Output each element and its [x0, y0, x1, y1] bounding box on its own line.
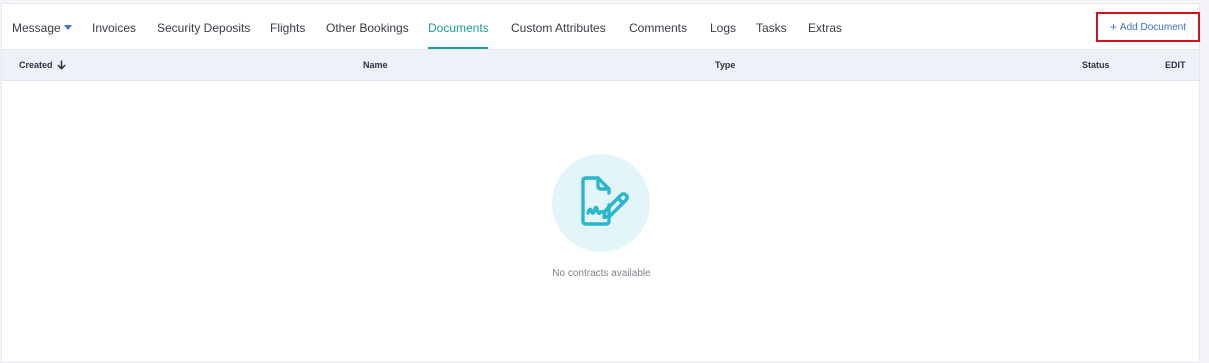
tab-message[interactable]: Message: [12, 21, 72, 35]
empty-state-badge: [552, 154, 650, 252]
tab-message-label: Message: [12, 21, 61, 35]
tab-custom-attributes[interactable]: Custom Attributes: [511, 21, 606, 35]
tab-other-bookings[interactable]: Other Bookings: [326, 21, 409, 35]
empty-state: No contracts available: [2, 81, 1199, 361]
tab-security-deposits[interactable]: Security Deposits: [157, 21, 250, 35]
tab-logs[interactable]: Logs: [710, 21, 736, 35]
active-tab-indicator: [428, 47, 488, 49]
empty-state-message: No contracts available: [552, 268, 651, 279]
plus-icon: +: [1109, 20, 1117, 34]
column-name[interactable]: Name: [363, 60, 388, 70]
tab-comments[interactable]: Comments: [629, 21, 687, 35]
caret-down-icon: [63, 25, 72, 30]
column-created[interactable]: Created: [19, 60, 66, 72]
table-header: Created Name Type Status EDIT: [2, 50, 1199, 81]
column-edit: EDIT: [1165, 60, 1186, 70]
tab-documents[interactable]: Documents: [428, 21, 489, 35]
column-status[interactable]: Status: [1082, 60, 1110, 70]
add-document-button[interactable]: + Add Document: [1096, 12, 1200, 42]
arrow-down-icon: [56, 60, 66, 72]
tab-flights[interactable]: Flights: [270, 21, 305, 35]
documents-panel: Message Invoices Security Deposits Fligh…: [1, 3, 1200, 363]
contract-signature-icon: [569, 169, 633, 238]
tab-tasks[interactable]: Tasks: [756, 21, 787, 35]
add-document-label: Add Document: [1119, 21, 1187, 33]
tab-invoices[interactable]: Invoices: [92, 21, 136, 35]
tab-extras[interactable]: Extras: [808, 21, 842, 35]
column-type[interactable]: Type: [715, 60, 735, 70]
column-created-label: Created: [19, 60, 53, 70]
tab-bar: Message Invoices Security Deposits Fligh…: [2, 4, 1200, 50]
